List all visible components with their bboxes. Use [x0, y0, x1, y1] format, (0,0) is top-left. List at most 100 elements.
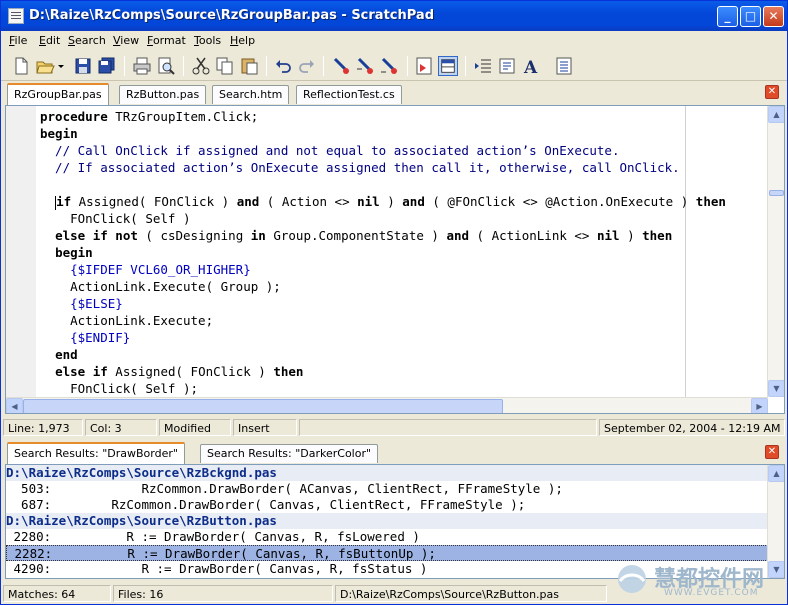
menu-search[interactable]: Search [68, 34, 106, 47]
print-preview-icon[interactable] [156, 56, 176, 76]
title-bar[interactable]: D:\Raize\RzComps\Source\RzGroupBar.pas -… [1, 1, 787, 31]
code-line[interactable]: {$ENDIF} [40, 329, 768, 346]
tab-search-drawborder[interactable]: Search Results: "DrawBorder" [7, 442, 185, 464]
editor-gutter [6, 106, 36, 397]
tab-reflectiontest[interactable]: ReflectionTest.cs [296, 85, 402, 104]
result-file-header[interactable]: D:\Raize\RzComps\Source\RzBckgnd.pas [6, 465, 768, 481]
menu-view[interactable]: View [113, 34, 139, 47]
code-line[interactable]: {$ELSE} [40, 295, 768, 312]
menu-edit[interactable]: Edit [39, 34, 60, 47]
code-text[interactable]: procedure TRzGroupItem.Click; begin // Ca… [40, 108, 768, 397]
save-all-icon[interactable] [97, 56, 117, 76]
split-view-button[interactable] [438, 56, 458, 76]
toolbar-separator [183, 56, 184, 76]
tab-rzbutton[interactable]: RzButton.pas [119, 85, 207, 104]
status-datetime: September 02, 2004 - 12:19 AM [599, 419, 785, 436]
code-line[interactable]: if Assigned( FOnClick ) and ( Action <> … [40, 193, 768, 210]
scroll-down-button[interactable]: ▼ [768, 380, 784, 397]
open-folder-icon[interactable] [35, 56, 55, 76]
paste-icon[interactable] [239, 56, 259, 76]
print-icon[interactable] [132, 56, 152, 76]
evget-logo-icon [617, 565, 646, 593]
editor-vertical-scrollbar[interactable]: ▲ ▼ [767, 106, 784, 397]
new-file-icon[interactable] [11, 56, 31, 76]
code-line[interactable]: procedure TRzGroupItem.Click; [40, 108, 768, 125]
close-tab-button[interactable]: ✕ [765, 85, 779, 99]
horizontal-scroll-thumb[interactable] [23, 399, 503, 413]
code-line[interactable]: end [40, 346, 768, 363]
code-line[interactable]: FOnClick( Self ) [40, 210, 768, 227]
scroll-right-button[interactable]: ▶ [751, 398, 768, 413]
watermark-url: WWW.EVGET.COM [664, 588, 759, 598]
editor-tabs: RzGroupBar.pas RzButton.pas Search.htm R… [1, 83, 787, 105]
status-empty [299, 419, 597, 436]
tab-rzgroupbar[interactable]: RzGroupBar.pas [7, 83, 109, 105]
cut-icon[interactable] [191, 56, 211, 76]
options-icon[interactable] [554, 56, 574, 76]
results-scroll-up-button[interactable]: ▲ [768, 465, 784, 482]
code-line[interactable]: ActionLink.Execute; [40, 312, 768, 329]
scroll-left-button[interactable]: ◀ [6, 398, 23, 413]
code-line[interactable]: else if Assigned( FOnClick ) then [40, 363, 768, 380]
menu-tools[interactable]: Tools [194, 34, 221, 47]
notepad-icon [8, 8, 24, 24]
scroll-up-button[interactable]: ▲ [768, 106, 784, 123]
editor-status-bar: Line: 1,973 Col: 3 Modified Insert Septe… [1, 417, 787, 437]
toggle-results-icon[interactable] [414, 56, 434, 76]
menu-file[interactable]: File [9, 34, 27, 47]
status-path: D:\Raize\RzComps\Source\RzButton.pas [335, 585, 607, 602]
status-modified: Modified [159, 419, 231, 436]
close-button[interactable]: ✕ [763, 6, 784, 27]
tab-search-darkercolor[interactable]: Search Results: "DarkerColor" [200, 444, 379, 463]
tab-search-htm[interactable]: Search.htm [212, 85, 290, 104]
toolbar-separator [323, 56, 324, 76]
code-line[interactable]: begin [40, 244, 768, 261]
code-line[interactable]: else if not ( csDesigning in Group.Compo… [40, 227, 768, 244]
code-line[interactable] [40, 176, 768, 193]
editor-horizontal-scrollbar[interactable]: ◀ ▶ [6, 397, 768, 413]
svg-text:A: A [523, 58, 538, 76]
copy-icon[interactable] [215, 56, 235, 76]
maximize-button[interactable]: □ [740, 6, 761, 27]
close-results-button[interactable]: ✕ [765, 445, 779, 459]
code-line[interactable]: begin [40, 125, 768, 142]
bookmark-clear-icon[interactable] [379, 56, 399, 76]
toolbar-separator [465, 56, 466, 76]
toolbar: A [1, 51, 787, 81]
code-line[interactable]: {$IFDEF VCL60_OR_HIGHER} [40, 261, 768, 278]
results-tabs: Search Results: "DrawBorder" Search Resu… [1, 442, 787, 464]
watermark-logo: 慧都控件网 WWW.EVGET.COM [608, 561, 786, 601]
indent-icon[interactable] [473, 56, 493, 76]
menu-format[interactable]: Format [147, 34, 186, 47]
toolbar-separator [266, 56, 267, 76]
code-line[interactable]: // If associated action’s OnExecute assi… [40, 159, 768, 176]
result-line[interactable]: 503: RzCommon.DrawBorder( ACanvas, Clien… [6, 481, 768, 497]
bookmark-icon[interactable] [331, 56, 351, 76]
code-line[interactable]: ActionLink.Execute( Group ); [40, 278, 768, 295]
code-line[interactable]: // Call OnClick if assigned and not equa… [40, 142, 768, 159]
status-mode: Insert [233, 419, 297, 436]
bookmark-next-icon[interactable] [355, 56, 375, 76]
menu-help[interactable]: Help [230, 34, 255, 47]
split-view-icon [441, 59, 455, 73]
status-matches: Matches: 64 [3, 585, 111, 602]
undo-icon[interactable] [273, 56, 293, 76]
result-file-header[interactable]: D:\Raize\RzComps\Source\RzButton.pas [6, 513, 768, 529]
code-editor[interactable]: procedure TRzGroupItem.Click; begin // Ca… [5, 105, 785, 414]
window-title: D:\Raize\RzComps\Source\RzGroupBar.pas -… [29, 8, 434, 23]
open-dropdown-icon[interactable] [55, 56, 67, 76]
result-line[interactable]: 2280: R := DrawBorder( Canvas, R, fsLowe… [6, 529, 768, 545]
status-col: Col: 3 [85, 419, 157, 436]
unindent-icon[interactable] [497, 56, 517, 76]
font-icon[interactable]: A [521, 56, 541, 76]
result-line[interactable]: 687: RzCommon.DrawBorder( Canvas, Client… [6, 497, 768, 513]
code-line[interactable]: FOnClick( Self ); [40, 380, 768, 397]
status-line: Line: 1,973 [3, 419, 83, 436]
result-line-selected[interactable]: 2282: R := DrawBorder( Canvas, R, fsButt… [6, 545, 768, 561]
redo-icon[interactable] [297, 56, 317, 76]
minimize-button[interactable]: _ [717, 6, 738, 27]
toolbar-separator [407, 56, 408, 76]
save-icon[interactable] [73, 56, 93, 76]
app-window: D:\Raize\RzComps\Source\RzGroupBar.pas -… [0, 0, 788, 605]
vertical-scroll-thumb[interactable] [769, 190, 784, 196]
